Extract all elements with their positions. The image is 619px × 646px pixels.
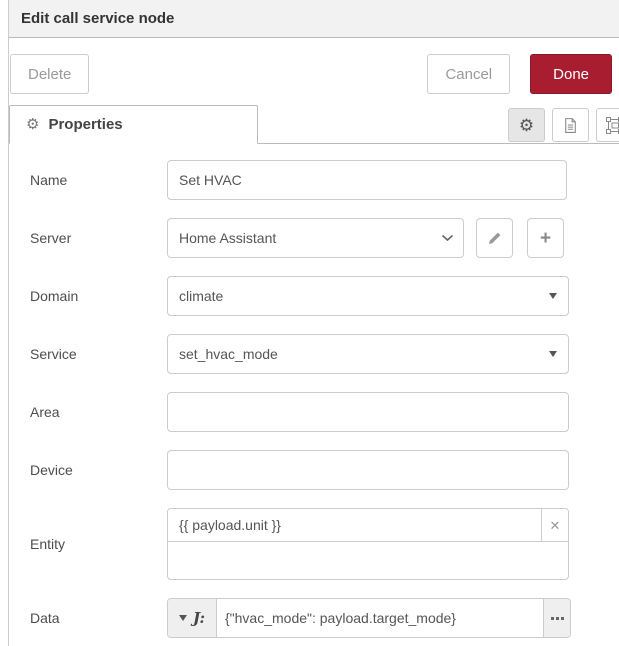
entity-list-empty-area[interactable] bbox=[168, 542, 568, 580]
dialog-header: Edit call service node bbox=[9, 0, 619, 38]
server-row: Server Home Assistant + bbox=[30, 218, 619, 258]
cancel-button[interactable]: Cancel bbox=[427, 54, 510, 94]
service-input[interactable] bbox=[167, 334, 569, 374]
data-label: Data bbox=[30, 598, 167, 638]
ellipsis-icon bbox=[556, 617, 559, 620]
edit-server-button[interactable] bbox=[476, 218, 513, 258]
domain-row: Domain bbox=[30, 276, 619, 316]
service-combo bbox=[167, 334, 569, 374]
area-row: Area bbox=[30, 392, 619, 432]
tab-button-description[interactable] bbox=[552, 108, 589, 142]
name-input[interactable] bbox=[167, 160, 567, 200]
delete-button[interactable]: Delete bbox=[10, 54, 89, 94]
edit-node-dialog: Edit call service node Delete Cancel Don… bbox=[0, 0, 619, 646]
entity-list: ✕ bbox=[167, 508, 569, 580]
dialog-toolbar: Delete Cancel Done bbox=[9, 38, 619, 105]
name-row: Name bbox=[30, 160, 619, 200]
device-input[interactable] bbox=[167, 450, 569, 490]
json-type-icon: J: bbox=[193, 609, 205, 627]
dropdown-arrow-icon[interactable] bbox=[549, 293, 557, 299]
server-label: Server bbox=[30, 218, 167, 258]
ellipsis-icon bbox=[551, 617, 554, 620]
service-label: Service bbox=[30, 334, 167, 374]
data-type-select-button[interactable]: J: bbox=[168, 599, 217, 637]
tab-button-appearance[interactable] bbox=[596, 108, 619, 142]
server-select-wrap: Home Assistant bbox=[167, 218, 464, 258]
editor-tabbar: ⚙ Properties ⚙ bbox=[9, 105, 619, 144]
domain-input[interactable] bbox=[167, 276, 569, 316]
add-server-button[interactable]: + bbox=[527, 218, 564, 258]
device-label: Device bbox=[30, 450, 167, 490]
plus-icon: + bbox=[540, 229, 551, 248]
entity-input[interactable] bbox=[168, 509, 541, 541]
tab-properties[interactable]: ⚙ Properties bbox=[9, 105, 258, 144]
area-label: Area bbox=[30, 392, 167, 432]
device-row: Device bbox=[30, 450, 619, 490]
pencil-icon bbox=[487, 231, 502, 246]
done-button[interactable]: Done bbox=[530, 54, 612, 94]
gear-icon: ⚙ bbox=[519, 117, 534, 134]
ellipsis-icon bbox=[561, 617, 564, 620]
entity-list-item: ✕ bbox=[168, 509, 568, 542]
entity-label: Entity bbox=[30, 508, 167, 580]
dialog-title: Edit call service node bbox=[21, 10, 174, 27]
appearance-icon bbox=[605, 116, 619, 135]
dropdown-arrow-icon[interactable] bbox=[549, 351, 557, 357]
properties-form: Name Server Home Assistant bbox=[9, 144, 619, 638]
gear-icon: ⚙ bbox=[26, 117, 39, 132]
server-select[interactable]: Home Assistant bbox=[167, 218, 464, 258]
data-row: Data J: bbox=[30, 598, 619, 638]
domain-combo bbox=[167, 276, 569, 316]
data-typed-input: J: bbox=[167, 598, 571, 638]
caret-down-icon bbox=[179, 615, 187, 621]
service-row: Service bbox=[30, 334, 619, 374]
domain-label: Domain bbox=[30, 276, 167, 316]
close-icon: ✕ bbox=[550, 519, 561, 532]
area-input[interactable] bbox=[167, 392, 569, 432]
remove-entity-button[interactable]: ✕ bbox=[541, 509, 568, 541]
data-input[interactable] bbox=[217, 599, 543, 637]
tab-button-properties[interactable]: ⚙ bbox=[508, 108, 545, 142]
tab-properties-label: Properties bbox=[48, 116, 122, 133]
expand-editor-button[interactable] bbox=[543, 599, 570, 637]
description-icon bbox=[563, 117, 578, 134]
name-label: Name bbox=[30, 160, 167, 200]
entity-row: Entity ✕ bbox=[30, 508, 619, 580]
